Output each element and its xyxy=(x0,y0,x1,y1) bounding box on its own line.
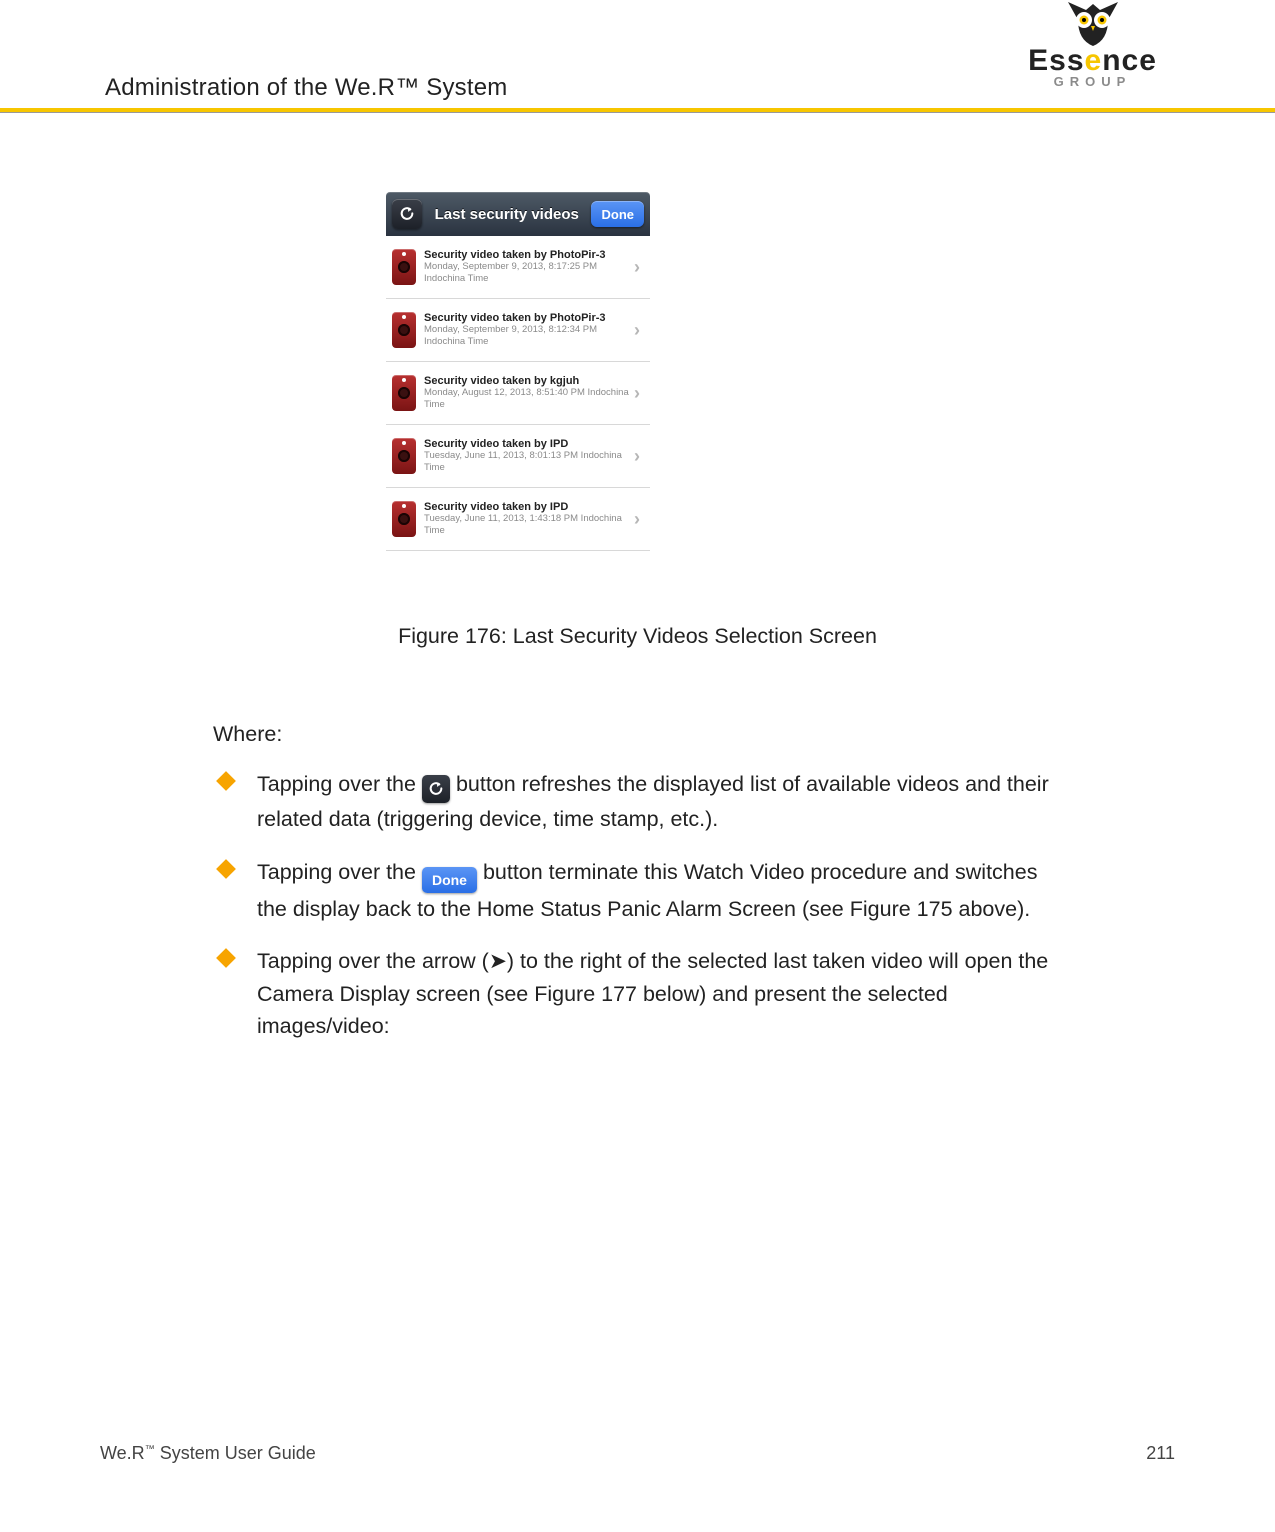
screenshot-navbar: Last security videos Done xyxy=(386,192,650,236)
bullet3-text: Tapping over the arrow (➤) to the right … xyxy=(257,949,1048,1038)
body-section: Where: Tapping over the button refreshes… xyxy=(213,718,1070,1062)
refresh-button[interactable] xyxy=(392,199,422,229)
bullet-item-2: Tapping over the Done button terminate t… xyxy=(213,856,1070,926)
video-row[interactable]: Security video taken by IPD Tuesday, Jun… xyxy=(386,425,650,488)
video-row[interactable]: Security video taken by PhotoPir-3 Monda… xyxy=(386,299,650,362)
video-row-text: Security video taken by PhotoPir-3 Monda… xyxy=(424,312,630,348)
inline-done-icon: Done xyxy=(422,867,477,893)
owl-icon xyxy=(1058,0,1128,48)
chevron-right-icon[interactable]: › xyxy=(630,320,644,341)
inline-refresh-icon xyxy=(422,775,450,803)
video-row-sub: Monday, September 9, 2013, 8:12:34 PM In… xyxy=(424,324,630,348)
video-row-text: Security video taken by IPD Tuesday, Jun… xyxy=(424,438,630,474)
logo: Essence GROUP xyxy=(1010,0,1175,89)
video-row-sub: Monday, September 9, 2013, 8:17:25 PM In… xyxy=(424,261,630,285)
camera-icon xyxy=(392,249,416,285)
bullet-list: Tapping over the button refreshes the di… xyxy=(213,768,1070,1042)
video-row-sub: Monday, August 12, 2013, 8:51:40 PM Indo… xyxy=(424,387,630,411)
chevron-right-icon[interactable]: › xyxy=(630,446,644,467)
header-divider xyxy=(0,108,1275,113)
video-row-text: Security video taken by IPD Tuesday, Jun… xyxy=(424,501,630,537)
screenshot-title: Last security videos xyxy=(435,206,579,223)
video-row-sub: Tuesday, June 11, 2013, 1:43:18 PM Indoc… xyxy=(424,513,630,537)
bullet1-pre: Tapping over the xyxy=(257,772,422,796)
footer-guide: System User Guide xyxy=(155,1443,316,1463)
video-row-title: Security video taken by PhotoPir-3 xyxy=(424,249,630,261)
camera-icon xyxy=(392,501,416,537)
footer-left: We.R™ System User Guide xyxy=(100,1443,316,1464)
refresh-icon xyxy=(399,206,415,222)
footer-page-number: 211 xyxy=(1146,1443,1175,1464)
camera-icon xyxy=(392,438,416,474)
video-row[interactable]: Security video taken by kgjuh Monday, Au… xyxy=(386,362,650,425)
chevron-right-icon[interactable]: › xyxy=(630,257,644,278)
camera-icon xyxy=(392,375,416,411)
video-row-title: Security video taken by IPD xyxy=(424,501,630,513)
video-row-title: Security video taken by kgjuh xyxy=(424,375,630,387)
video-row-text: Security video taken by kgjuh Monday, Au… xyxy=(424,375,630,411)
video-row-sub: Tuesday, June 11, 2013, 8:01:13 PM Indoc… xyxy=(424,450,630,474)
screenshot-last-security-videos: Last security videos Done Security video… xyxy=(386,192,650,592)
header-title: Administration of the We.R™ System xyxy=(105,74,508,102)
logo-wordmark: Essence xyxy=(1010,46,1175,76)
video-row-title: Security video taken by PhotoPir-3 xyxy=(424,312,630,324)
video-row-title: Security video taken by IPD xyxy=(424,438,630,450)
video-row[interactable]: Security video taken by IPD Tuesday, Jun… xyxy=(386,488,650,551)
video-row[interactable]: Security video taken by PhotoPir-3 Monda… xyxy=(386,236,650,299)
where-label: Where: xyxy=(213,718,1070,750)
done-button[interactable]: Done xyxy=(591,201,644,227)
page: Administration of the We.R™ System Essen… xyxy=(0,0,1275,1532)
camera-icon xyxy=(392,312,416,348)
footer-product: We.R xyxy=(100,1443,145,1463)
bullet-item-1: Tapping over the button refreshes the di… xyxy=(213,768,1070,835)
footer: We.R™ System User Guide 211 xyxy=(100,1443,1175,1464)
chevron-right-icon[interactable]: › xyxy=(630,509,644,530)
bullet-item-3: Tapping over the arrow (➤) to the right … xyxy=(213,945,1070,1042)
bullet2-pre: Tapping over the xyxy=(257,860,422,884)
video-row-text: Security video taken by PhotoPir-3 Monda… xyxy=(424,249,630,285)
refresh-icon xyxy=(428,781,444,797)
figure-caption: Figure 176: Last Security Videos Selecti… xyxy=(0,624,1275,649)
chevron-right-icon[interactable]: › xyxy=(630,383,644,404)
